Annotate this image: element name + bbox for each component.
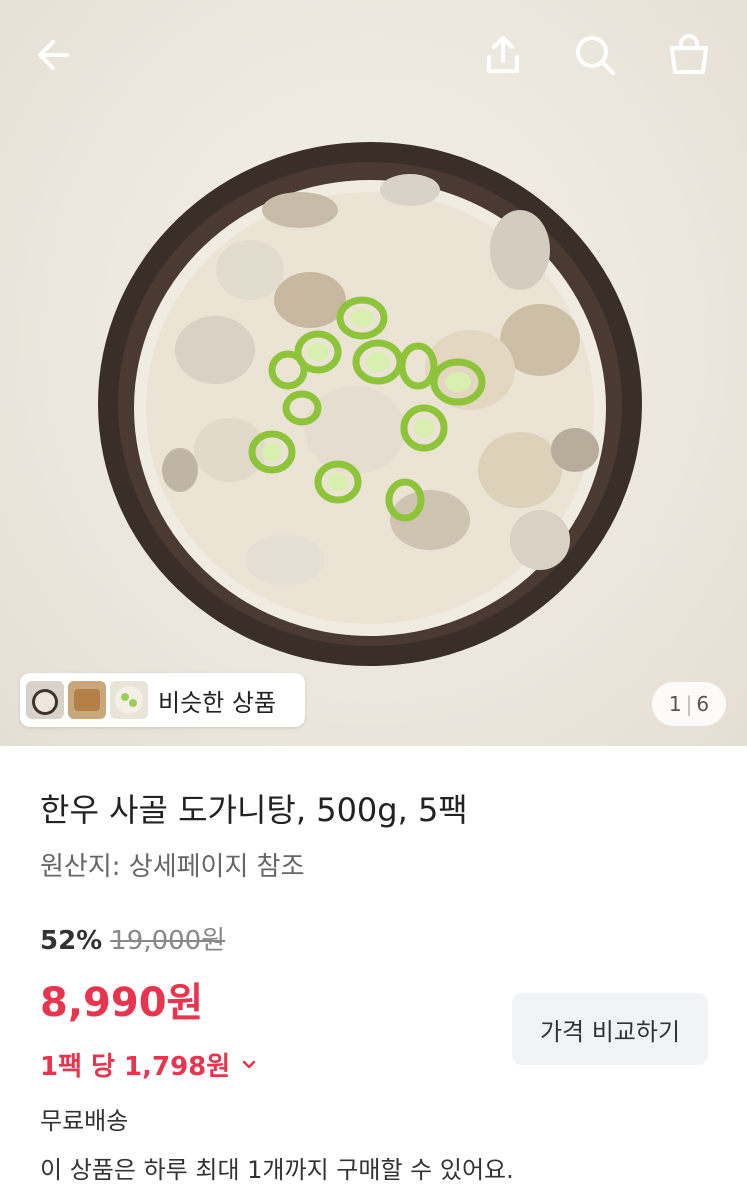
discount-row: 52% 19,000원 [40, 920, 225, 957]
back-arrow-icon[interactable] [30, 30, 80, 80]
pager-total: 6 [696, 692, 710, 716]
cart-icon[interactable] [664, 30, 714, 80]
similar-thumbnail-3 [110, 681, 148, 719]
purchase-limit-notice: 이 상품은 하루 최대 1개까지 구매할 수 있어요. [40, 1156, 514, 1184]
pager-separator: | [685, 692, 693, 716]
origin-info: 원산지: 상세페이지 참조 [40, 852, 305, 882]
unit-price-text: 1팩 당 1,798원 [40, 1052, 231, 1082]
unit-price-toggle[interactable]: 1팩 당 1,798원 [40, 1046, 258, 1083]
sale-price: 8,990원 [40, 980, 204, 1026]
similar-thumbnail-2 [68, 681, 106, 719]
soup-bowl-image [98, 142, 642, 666]
shipping-info: 무료배송 [40, 1107, 129, 1135]
discount-rate: 52% [40, 926, 103, 956]
price-compare-button[interactable]: 가격 비교하기 [512, 993, 708, 1065]
similar-thumbnail-1 [26, 681, 64, 719]
image-pager: 1 | 6 [652, 682, 726, 726]
original-price: 19,000원 [110, 926, 226, 956]
similar-products-label: 비슷한 상품 [158, 688, 277, 717]
search-icon[interactable] [570, 30, 620, 80]
chevron-down-icon [240, 1050, 258, 1080]
top-bar [0, 0, 747, 110]
product-image[interactable]: 비슷한 상품 1 | 6 [0, 0, 747, 746]
similar-products-button[interactable]: 비슷한 상품 [20, 673, 305, 727]
share-icon[interactable] [478, 30, 528, 80]
pager-current: 1 [668, 692, 682, 716]
product-title: 한우 사골 도가니탕, 500g, 5팩 [40, 791, 468, 829]
